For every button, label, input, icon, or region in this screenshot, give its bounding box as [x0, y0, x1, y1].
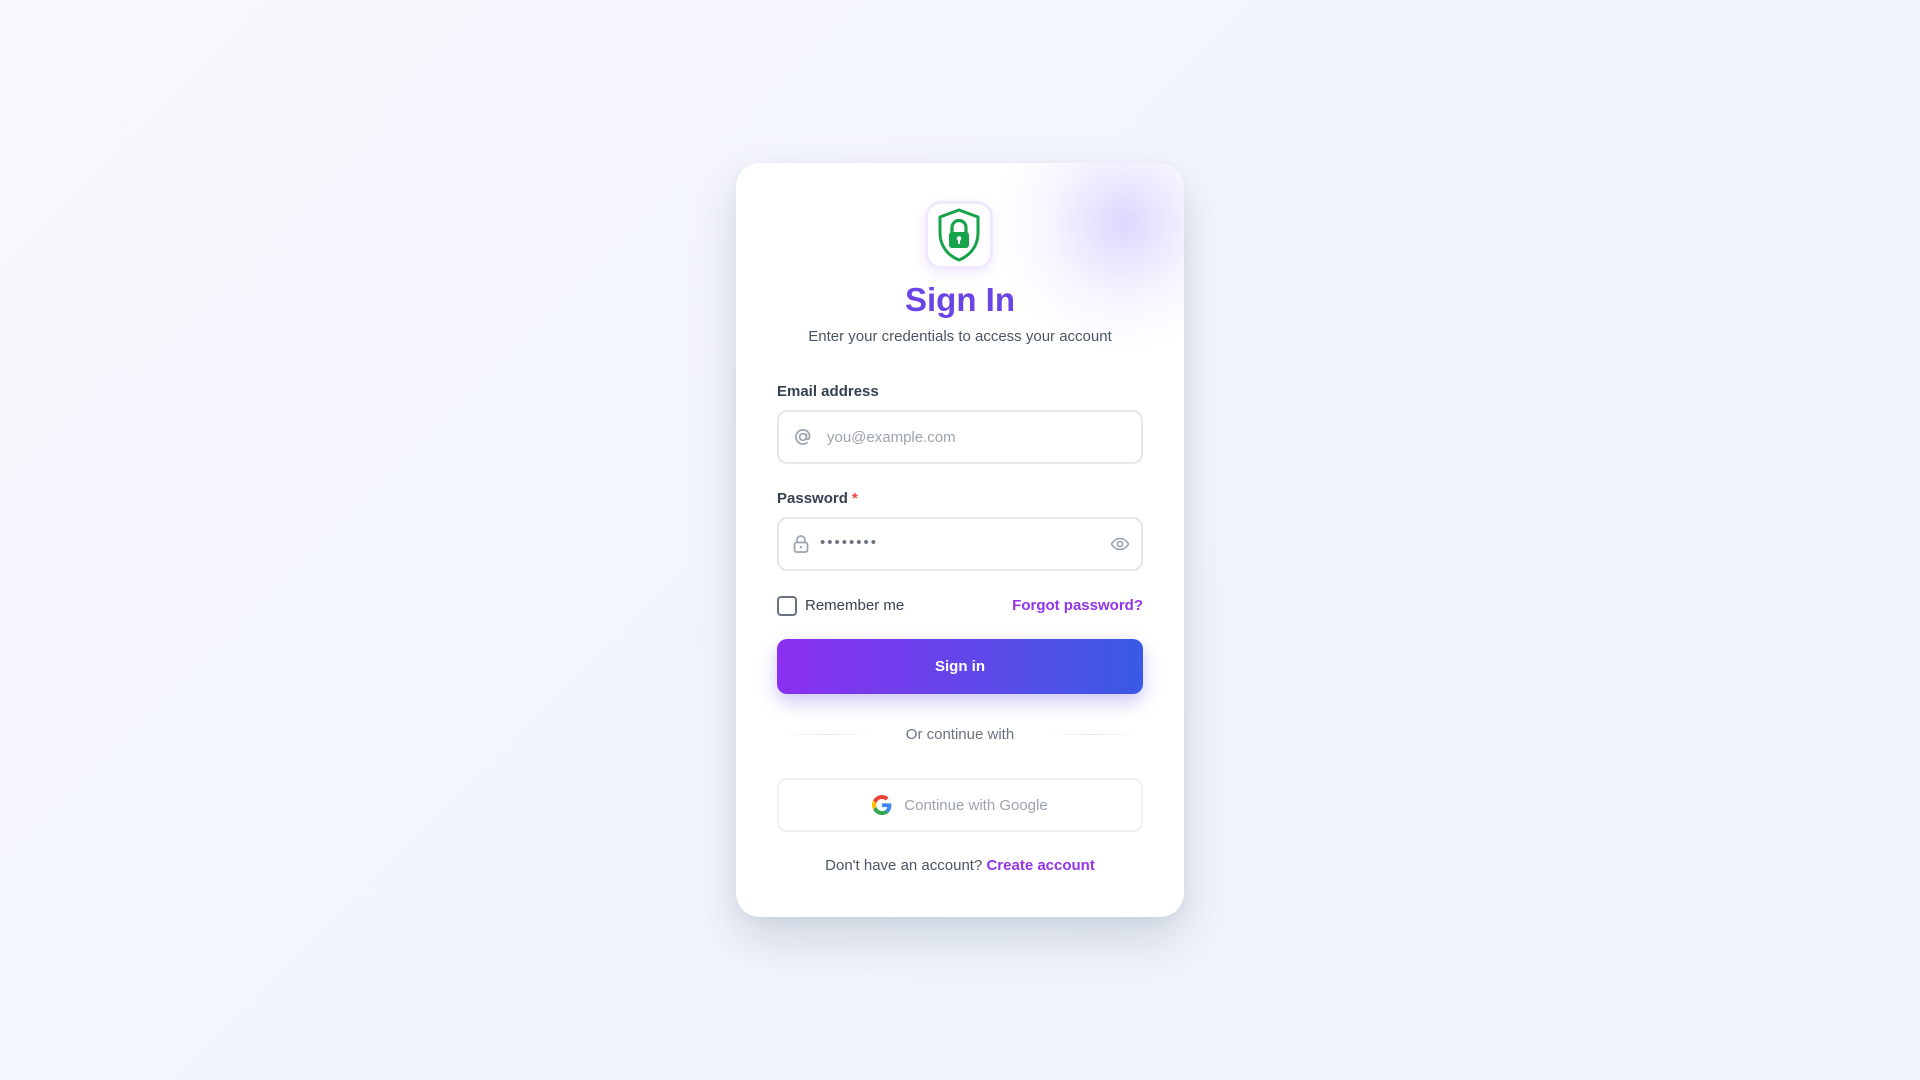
email-field-container[interactable] — [777, 410, 1143, 464]
sign-in-button[interactable]: Sign in — [777, 639, 1143, 694]
remember-label[interactable]: Remember me — [805, 597, 904, 614]
divider-line-right — [1043, 734, 1143, 735]
signup-prompt: Don't have an account? — [825, 857, 987, 874]
required-mark: * — [852, 490, 858, 507]
google-sign-in-button[interactable]: Continue with Google — [777, 778, 1143, 832]
google-icon — [872, 795, 892, 815]
page-background: Sign In Enter your credentials to access… — [0, 0, 1920, 1080]
divider: Or continue with — [777, 724, 1143, 744]
app-logo — [925, 201, 993, 269]
email-input[interactable] — [827, 412, 1097, 462]
password-label-row: Password * — [777, 490, 858, 507]
password-field[interactable]: •••••••• — [777, 517, 1143, 571]
eye-icon[interactable] — [1109, 533, 1131, 555]
at-sign-icon — [793, 427, 813, 447]
password-label: Password — [777, 490, 848, 507]
remember-row: Remember me Forgot password? — [777, 595, 1143, 617]
create-account-link[interactable]: Create account — [986, 857, 1094, 874]
lock-icon — [791, 534, 811, 554]
page-subtitle: Enter your credentials to access your ac… — [808, 328, 1112, 345]
signup-row: Don't have an account? Create account — [736, 857, 1184, 874]
password-input[interactable]: •••••••• — [820, 534, 878, 551]
forgot-password-link[interactable]: Forgot password? — [1012, 597, 1143, 614]
page-title: Sign In — [905, 281, 1015, 318]
login-card: Sign In Enter your credentials to access… — [736, 163, 1184, 917]
remember-checkbox[interactable] — [777, 596, 797, 616]
card-glow-decoration — [994, 163, 1184, 353]
email-label: Email address — [777, 383, 879, 400]
google-button-label: Continue with Google — [904, 796, 1048, 814]
shield-lock-icon — [938, 208, 980, 262]
